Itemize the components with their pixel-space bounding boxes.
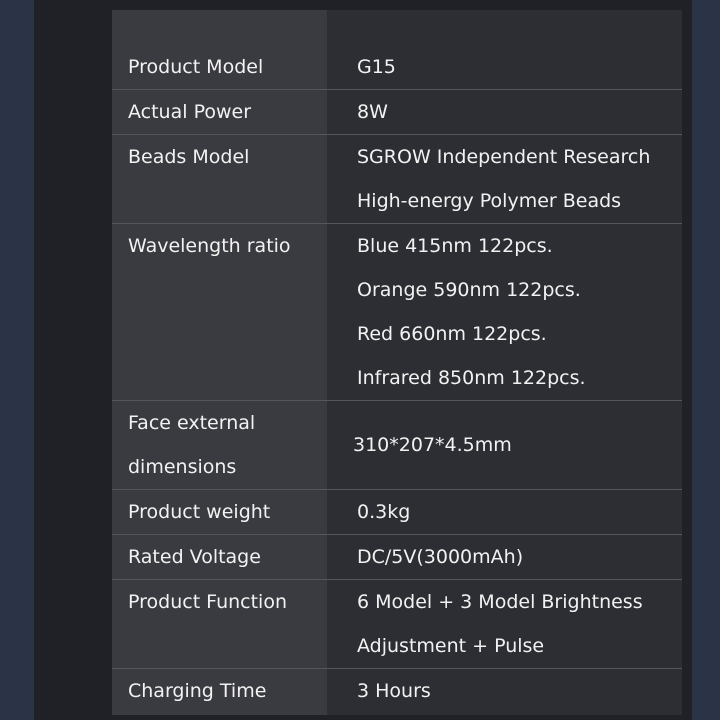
spec-label: Face external dimensions	[128, 412, 256, 478]
spec-row-face-dimensions: Face external dimensions 310*207*4.5mm	[112, 401, 682, 490]
spec-label: Wavelength ratio	[128, 235, 291, 257]
spec-row-product-model: Product Model G15	[112, 45, 682, 90]
spec-value: SGROW Independent Research High-energy P…	[357, 146, 651, 212]
spec-value: 6 Model + 3 Model Brightness Adjustment …	[357, 591, 643, 657]
spec-value: G15	[357, 56, 396, 78]
page-frame: Product Model G15 Actual Power 8W Beads …	[34, 0, 692, 720]
spec-row-rated-voltage: Rated Voltage DC/5V(3000mAh)	[112, 535, 682, 580]
spec-value: Blue 415nm 122pcs. Orange 590nm 122pcs. …	[357, 235, 586, 389]
spec-label: Beads Model	[128, 146, 250, 168]
spec-value: 3 Hours	[357, 680, 431, 702]
spec-label: Charging Time	[128, 680, 267, 702]
spec-label: Product Function	[128, 591, 287, 613]
spec-label: Product weight	[128, 501, 271, 523]
spec-value: 8W	[357, 101, 388, 123]
spec-row-wavelength-ratio: Wavelength ratio Blue 415nm 122pcs. Oran…	[112, 224, 682, 401]
spec-label: Product Model	[128, 56, 264, 78]
spec-value: 0.3kg	[357, 501, 411, 523]
spec-row-charging-time: Charging Time 3 Hours	[112, 669, 682, 713]
spec-row-actual-power: Actual Power 8W	[112, 90, 682, 135]
spec-table: Product Model G15 Actual Power 8W Beads …	[112, 45, 682, 713]
spec-value: 310*207*4.5mm	[353, 434, 512, 456]
spec-value: DC/5V(3000mAh)	[357, 546, 524, 568]
spec-label: Actual Power	[128, 101, 252, 123]
spec-label: Rated Voltage	[128, 546, 261, 568]
spec-panel: Product Model G15 Actual Power 8W Beads …	[112, 10, 682, 715]
spec-row-beads-model: Beads Model SGROW Independent Research H…	[112, 135, 682, 224]
spec-row-product-weight: Product weight 0.3kg	[112, 490, 682, 535]
spec-row-product-function: Product Function 6 Model + 3 Model Brigh…	[112, 580, 682, 669]
